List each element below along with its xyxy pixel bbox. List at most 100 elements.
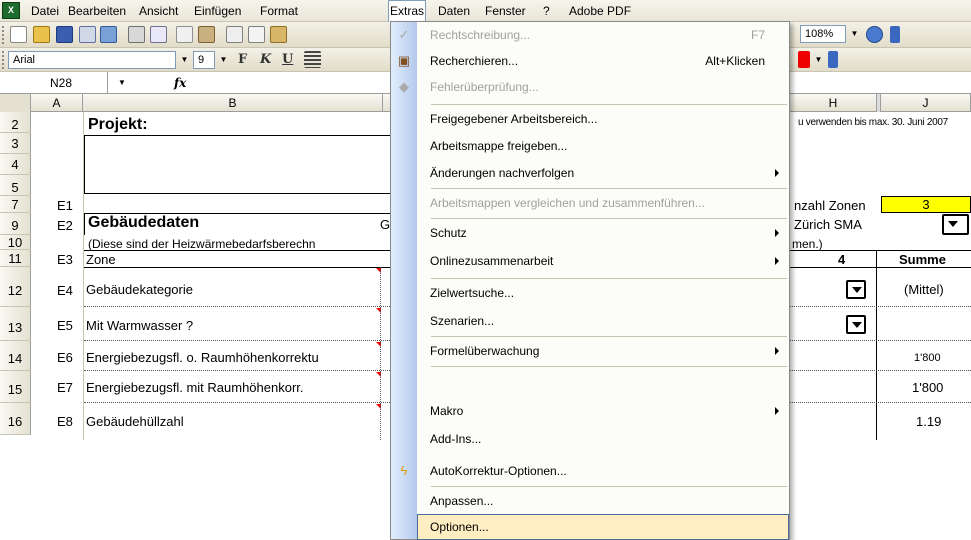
row-code-e3[interactable]: E3 — [57, 252, 73, 267]
font-color-icon[interactable] — [798, 51, 810, 68]
spellcheck-icon[interactable] — [176, 26, 193, 43]
zone-label[interactable]: Zone — [86, 252, 116, 267]
station-dropdown-icon[interactable] — [942, 214, 969, 235]
print-preview-icon[interactable] — [150, 26, 167, 43]
row-header-7[interactable]: 7 — [0, 196, 31, 213]
research-icon[interactable] — [198, 26, 215, 43]
column-header-b[interactable]: B — [83, 94, 383, 112]
menu-item-recherchieren[interactable]: Recherchieren... Alt+Klicken — [417, 48, 789, 74]
italic-button[interactable]: K — [260, 51, 271, 69]
gebaeudekategorie-label[interactable]: Gebäudekategorie — [86, 282, 193, 297]
bold-button[interactable]: F — [238, 51, 247, 69]
menu-extras[interactable]: Extras — [388, 0, 427, 23]
warmwasser-label[interactable]: Mit Warmwasser ? — [86, 318, 193, 333]
name-box-dropdown-icon[interactable]: ▼ — [118, 72, 126, 94]
column-header-a[interactable]: A — [31, 94, 83, 112]
email-icon[interactable] — [100, 26, 117, 43]
kategorie-dropdown-icon[interactable] — [846, 280, 866, 299]
row-header-16[interactable]: 16 — [0, 403, 31, 435]
menu-item-anpassen[interactable]: Anpassen... — [417, 488, 789, 514]
menu-fenster[interactable]: Fenster — [484, 0, 527, 22]
menu-format[interactable]: Format — [259, 0, 299, 22]
zone-4-header[interactable]: 4 — [838, 252, 845, 267]
ebf-mit-label[interactable]: Energiebezugsfl. mit Raumhöhenkorr. — [86, 380, 304, 395]
hint-text[interactable]: (Diese sind der Heizwärmebedarfsberechn — [88, 237, 315, 251]
row-header-11[interactable]: 11 — [0, 250, 31, 267]
font-size-input[interactable]: 9 — [193, 51, 215, 69]
menu-item-aenderungen-nachverfolgen[interactable]: Änderungen nachverfolgen — [417, 160, 789, 186]
column-header-j[interactable]: J — [881, 94, 971, 112]
menu-help[interactable]: ? — [542, 0, 551, 22]
align-left-icon[interactable] — [304, 51, 321, 68]
menu-item-fehlerueberpruefung[interactable]: Fehlerüberprüfung... — [417, 74, 789, 100]
toolbar-grip[interactable] — [2, 26, 5, 44]
cut-icon[interactable] — [226, 26, 243, 43]
menu-item-zielwertsuche[interactable]: Zielwertsuche... — [417, 280, 789, 306]
huellzahl-label[interactable]: Gebäudehüllzahl — [86, 414, 184, 429]
menu-item-onlinezusammenarbeit[interactable]: Onlinezusammenarbeit — [417, 248, 789, 274]
menu-bearbeiten[interactable]: Bearbeiten — [67, 0, 127, 22]
open-icon[interactable] — [33, 26, 50, 43]
summe-header[interactable]: Summe — [899, 252, 946, 267]
save-icon[interactable] — [56, 26, 73, 43]
anzahl-zonen-label[interactable]: nzahl Zonen — [794, 198, 866, 213]
menu-item-formelueberwachung[interactable]: Formelüberwachung — [417, 338, 789, 364]
toolbar-options-icon[interactable] — [828, 51, 838, 68]
help-icon[interactable] — [866, 26, 883, 43]
row-header-2[interactable]: 2 — [0, 112, 31, 133]
row-header-13[interactable]: 13 — [0, 307, 31, 341]
menu-adobe-pdf[interactable]: Adobe PDF — [568, 0, 632, 22]
ebf-ohne-label[interactable]: Energiebezugsfl. o. Raumhöhenkorrektu — [86, 350, 378, 365]
row-header-14[interactable]: 14 — [0, 341, 31, 371]
toolbar-options-icon[interactable] — [890, 26, 900, 43]
projekt-label[interactable]: Projekt: — [88, 116, 148, 134]
excel-icon[interactable]: X — [2, 2, 20, 19]
row-header-3[interactable]: 3 — [0, 133, 31, 154]
menu-item-arbeitsmappe-freigeben[interactable]: Arbeitsmappe freigeben... — [417, 133, 789, 159]
row-code-e4[interactable]: E4 — [57, 283, 73, 298]
menu-item-szenarien[interactable]: Szenarien... — [417, 308, 789, 334]
menu-item-rechtschreibung[interactable]: Rechtschreibung... F7 — [417, 22, 789, 48]
deadline-note[interactable]: u verwenden bis max. 30. Juni 2007 — [798, 117, 948, 128]
menu-item-freigegebener-arbeitsbereich[interactable]: Freigegebener Arbeitsbereich... — [417, 106, 789, 132]
permission-icon[interactable] — [79, 26, 96, 43]
row-code-e6[interactable]: E6 — [57, 350, 73, 365]
menu-einfuegen[interactable]: Einfügen — [193, 0, 242, 22]
font-size-dropdown-icon[interactable]: ▼ — [217, 51, 230, 69]
select-all-corner[interactable] — [0, 94, 31, 112]
menu-item-add-ins[interactable]: Add-Ins... — [417, 426, 789, 452]
fx-icon[interactable]: fx — [174, 72, 186, 94]
zoom-dropdown-icon[interactable]: ▼ — [848, 25, 861, 43]
font-name-dropdown-icon[interactable]: ▼ — [178, 51, 191, 69]
anzahl-zonen-value[interactable]: 3 — [881, 196, 971, 213]
row-header-15[interactable]: 15 — [0, 371, 31, 403]
row-header-10[interactable]: 10 — [0, 235, 31, 250]
row-header-9[interactable]: 9 — [0, 213, 31, 235]
zoom-input[interactable]: 108% — [800, 25, 846, 43]
toolbar-grip[interactable] — [2, 51, 5, 69]
row-code-e8[interactable]: E8 — [57, 414, 73, 429]
menu-item-optionen[interactable]: Optionen... — [417, 514, 789, 540]
print-icon[interactable] — [128, 26, 145, 43]
row-header-5[interactable]: 5 — [0, 175, 31, 196]
menu-item-autokorrektur-optionen[interactable]: AutoKorrektur-Optionen... — [417, 458, 789, 484]
ebf-ohne-value[interactable]: 1'800 — [914, 352, 941, 364]
column-header-h[interactable]: H — [790, 94, 877, 112]
gebaeudedaten-heading[interactable]: Gebäudedaten — [88, 214, 199, 232]
font-name-input[interactable]: Arial — [8, 51, 176, 69]
huellzahl-value[interactable]: 1.19 — [916, 414, 941, 429]
row-code-e7[interactable]: E7 — [57, 380, 73, 395]
menu-item-schutz[interactable]: Schutz — [417, 220, 789, 246]
copy-icon[interactable] — [248, 26, 265, 43]
name-box[interactable]: N28 — [0, 72, 108, 94]
font-color-dropdown-icon[interactable]: ▼ — [812, 51, 825, 69]
row-code-e1[interactable]: E1 — [57, 198, 73, 213]
menu-daten[interactable]: Daten — [437, 0, 471, 22]
menu-item-makro[interactable]: Makro — [417, 398, 789, 424]
row-header-4[interactable]: 4 — [0, 154, 31, 175]
station-select[interactable]: Zürich SMA — [794, 217, 862, 232]
row-header-12[interactable]: 12 — [0, 267, 31, 307]
mittel-value[interactable]: (Mittel) — [904, 282, 944, 297]
row-code-e2[interactable]: E2 — [57, 218, 73, 233]
warmwasser-dropdown-icon[interactable] — [846, 315, 866, 334]
